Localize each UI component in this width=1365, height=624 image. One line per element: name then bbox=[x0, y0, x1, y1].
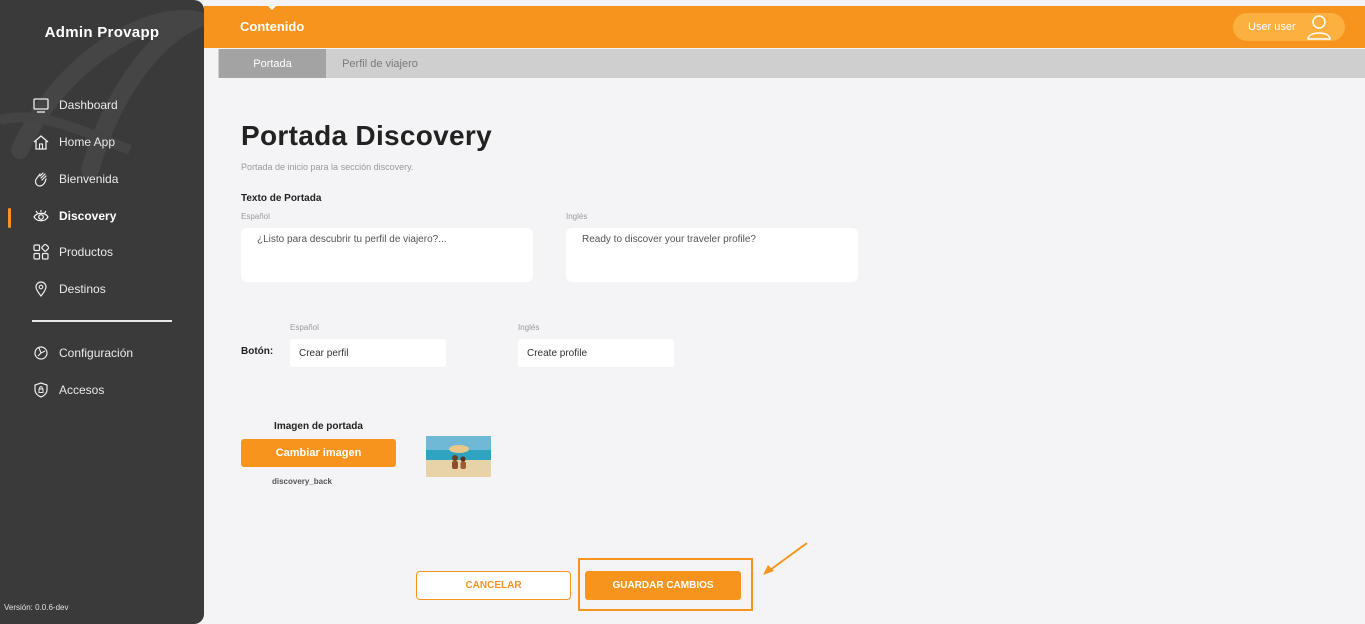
tab-perfil-de-viajero[interactable]: Perfil de viajero bbox=[326, 49, 434, 78]
header-notch bbox=[267, 5, 277, 10]
monitor-icon bbox=[32, 96, 50, 114]
user-name: User user bbox=[1248, 21, 1296, 33]
cover-text-en-field[interactable]: Ready to discover your traveler profile? bbox=[566, 228, 858, 282]
wave-hand-icon bbox=[32, 170, 50, 188]
button-en-label: Inglés bbox=[518, 323, 540, 332]
user-icon bbox=[1307, 15, 1331, 40]
sidebar-item-productos[interactable]: Productos bbox=[32, 242, 113, 262]
button-en-input[interactable] bbox=[518, 339, 674, 367]
tab-portada[interactable]: Portada bbox=[219, 49, 326, 78]
home-icon bbox=[32, 133, 50, 151]
sidebar-item-label: Bienvenida bbox=[59, 172, 119, 186]
header-title: Contenido bbox=[240, 19, 305, 34]
cover-image-thumbnail bbox=[426, 436, 491, 477]
cover-image-filename: discovery_back bbox=[271, 477, 333, 486]
cancel-button[interactable]: CANCELAR bbox=[416, 571, 571, 600]
brand-title: Admin Provapp bbox=[44, 24, 160, 41]
page-title: Portada Discovery bbox=[241, 120, 492, 151]
sidebar-item-home-app[interactable]: Home App bbox=[32, 132, 115, 152]
sidebar-item-discovery[interactable]: Discovery bbox=[32, 206, 116, 226]
sidebar-item-label: Home App bbox=[59, 135, 116, 149]
cover-image-heading: Imagen de portada bbox=[274, 421, 363, 432]
cover-text-en-label: Inglés bbox=[566, 212, 588, 221]
sidebar-item-label: Discovery bbox=[59, 209, 117, 223]
sidebar-divider bbox=[32, 320, 172, 322]
settings-icon bbox=[32, 344, 50, 362]
sidebar: Admin Provapp Dashboard Home App Bienven… bbox=[0, 0, 204, 624]
button-section-label: Botón: bbox=[241, 346, 274, 357]
sidebar-item-configuracion[interactable]: Configuración bbox=[32, 343, 133, 363]
cover-text-heading: Texto de Portada bbox=[241, 193, 322, 204]
user-menu[interactable]: User user bbox=[1233, 13, 1345, 41]
cover-text-es-label: Español bbox=[241, 212, 270, 221]
sidebar-item-label: Accesos bbox=[59, 383, 105, 397]
sidebar-item-destinos[interactable]: Destinos bbox=[32, 279, 106, 299]
sidebar-item-accesos[interactable]: Accesos bbox=[32, 380, 104, 400]
button-es-label: Español bbox=[290, 323, 319, 332]
content-tabs: Portada Perfil de viajero bbox=[218, 49, 1365, 78]
active-indicator bbox=[8, 208, 11, 228]
sidebar-item-label: Destinos bbox=[59, 282, 106, 296]
grid-icon bbox=[32, 243, 50, 261]
version-label: Versión: 0.0.6-dev bbox=[4, 603, 69, 612]
sidebar-item-label: Configuración bbox=[59, 346, 134, 360]
save-changes-button[interactable]: GUARDAR CAMBIOS bbox=[585, 571, 741, 600]
location-pin-icon bbox=[32, 280, 50, 298]
sidebar-item-bienvenida[interactable]: Bienvenida bbox=[32, 169, 118, 189]
sidebar-item-label: Dashboard bbox=[59, 98, 118, 112]
button-es-input[interactable] bbox=[290, 339, 446, 367]
sidebar-item-label: Productos bbox=[59, 245, 114, 259]
shield-icon bbox=[32, 381, 50, 399]
change-image-button[interactable]: Cambiar imagen bbox=[241, 439, 396, 467]
annotation-arrow-icon bbox=[763, 542, 808, 575]
cover-text-es-field[interactable]: ¿Listo para descubrir tu perfil de viaje… bbox=[241, 228, 533, 282]
page-subtitle: Portada de inicio para la sección discov… bbox=[241, 162, 414, 172]
eye-icon bbox=[32, 207, 50, 225]
header-bar: Contenido User user bbox=[204, 5, 1365, 48]
sidebar-item-dashboard[interactable]: Dashboard bbox=[32, 95, 118, 115]
